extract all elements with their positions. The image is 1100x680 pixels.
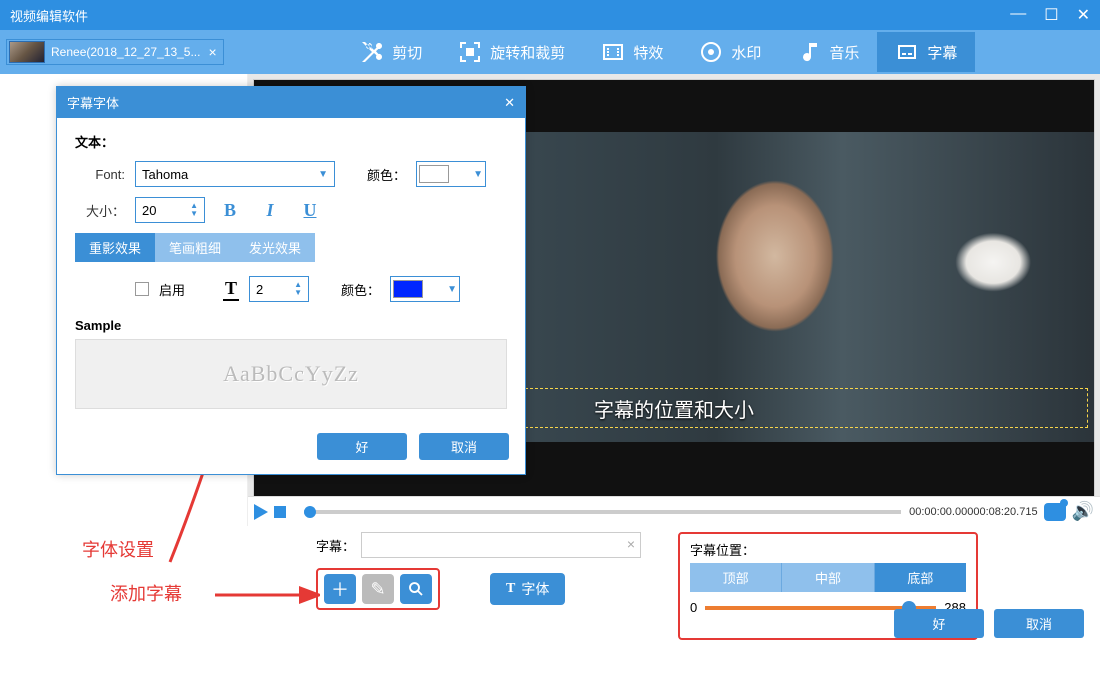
search-icon [407,580,425,598]
stroke-t-icon: T [223,278,239,301]
chevron-down-icon: ▼ [473,169,483,180]
enable-label: 启用 [159,280,185,299]
size-spinner[interactable]: 20 ▲▼ [135,197,205,223]
snapshot-icon[interactable] [1044,503,1066,521]
color-label: 颜色： [367,165,406,184]
subtitle-input-label: 字幕： [316,536,355,555]
playback-bar: 00:00:00.000 00:08:20.715 🔊 [248,496,1100,526]
maximize-icon[interactable]: ☐ [1044,5,1058,25]
position-middle[interactable]: 中部 [781,563,874,592]
italic-button[interactable]: I [255,200,285,221]
color-combo[interactable]: ▼ [416,161,486,187]
effect-tabs: 重影效果 笔画粗细 发光效果 [75,233,507,262]
annotation-font-setting: 字体设置 [82,536,154,562]
position-top[interactable]: 顶部 [690,563,781,592]
file-tab-label: Renee(2018_12_27_13_5... [51,45,200,59]
add-subtitle-button[interactable]: ＋ [324,574,356,604]
stroke-value: 2 [256,282,263,297]
tab-subtitle[interactable]: 字幕 [877,32,975,72]
size-label: 大小： [75,201,125,220]
position-min: 0 [690,600,697,615]
rotate-crop-icon [458,40,482,64]
spinner-down-icon[interactable]: ▼ [294,289,302,297]
tab-stroke[interactable]: 笔画粗细 [155,233,235,262]
spinner-down-icon[interactable]: ▼ [190,210,198,218]
tab-effect-label: 特效 [633,42,663,63]
scissors-icon [360,40,384,64]
subtitle-icon [895,40,919,64]
font-combo[interactable]: Tahoma ▼ [135,161,335,187]
dialog-close-icon[interactable]: ✕ [504,95,515,111]
subtitle-input[interactable] [361,532,641,558]
volume-icon[interactable]: 🔊 [1072,501,1094,522]
underline-button[interactable]: U [295,200,325,221]
chevron-down-icon: ▼ [318,169,328,180]
position-label: 字幕位置： [690,540,966,559]
titlebar: 视频编辑软件 — ☐ ✕ [0,0,1100,30]
subtitle-actions-box: ＋ ✎ [316,568,440,610]
tab-watermark[interactable]: 水印 [681,32,779,72]
color-swatch-white [419,165,449,183]
ok-button[interactable]: 好 [894,609,984,638]
music-icon [797,40,821,64]
dialog-ok-button[interactable]: 好 [317,433,407,460]
annotation-add-subtitle: 添加字幕 [110,580,182,606]
font-label: Font: [75,167,125,182]
file-tab-close-icon[interactable]: × [208,44,216,60]
position-bottom[interactable]: 底部 [875,563,966,592]
clear-input-icon[interactable]: × [627,536,635,552]
tab-subtitle-label: 字幕 [927,42,957,63]
enable-checkbox[interactable] [135,282,149,296]
tab-cut-label: 剪切 [392,42,422,63]
file-tab[interactable]: Renee(2018_12_27_13_5... × [6,39,224,65]
stop-icon[interactable] [274,506,286,518]
stroke-spinner[interactable]: 2 ▲▼ [249,276,309,302]
tab-effect[interactable]: 特效 [583,32,681,72]
cancel-button[interactable]: 取消 [994,609,1084,638]
bold-button[interactable]: B [215,200,245,221]
size-value: 20 [142,203,156,218]
main-toolbar: Renee(2018_12_27_13_5... × 剪切 旋转和裁剪 特效 水… [0,30,1100,74]
dialog-cancel-button[interactable]: 取消 [419,433,509,460]
sample-label: Sample [75,318,121,333]
tab-shadow[interactable]: 重影效果 [75,233,155,262]
tab-rotate-label: 旋转和裁剪 [490,42,565,63]
font-t-icon: T [506,581,515,597]
time-total: 00:08:20.715 [973,506,1037,518]
color2-label: 颜色： [341,280,380,299]
effect-icon [601,40,625,64]
time-current: 00:00:00.000 [909,506,973,518]
font-dialog: 字幕字体 ✕ 文本： Font: Tahoma ▼ 颜色： ▼ 大小： 20 ▲… [56,86,526,475]
annotation-arrow-2 [210,580,320,610]
tab-rotate[interactable]: 旋转和裁剪 [440,32,583,72]
close-icon[interactable]: ✕ [1077,5,1090,25]
seek-track[interactable] [304,510,901,514]
dialog-titlebar[interactable]: 字幕字体 ✕ [57,87,525,118]
tab-music[interactable]: 音乐 [779,32,877,72]
tab-music-label: 音乐 [829,42,859,63]
chevron-down-icon: ▼ [447,284,457,295]
tab-watermark-label: 水印 [731,42,761,63]
search-subtitle-button[interactable] [400,574,432,604]
sample-preview: AaBbCcYyZz [75,339,507,409]
color-swatch-blue [393,280,423,298]
subtitle-overlay-text: 字幕的位置和大小 [594,394,754,423]
color2-combo[interactable]: ▼ [390,276,460,302]
window-title: 视频编辑软件 [10,6,88,25]
position-segment: 顶部 中部 底部 [690,563,966,592]
edit-subtitle-button[interactable]: ✎ [362,574,394,604]
sample-text: AaBbCcYyZz [223,361,359,387]
bottom-controls: 字体设置 添加字幕 字幕： × ＋ ✎ [0,526,1100,646]
minimize-icon[interactable]: — [1010,5,1026,25]
tab-glow[interactable]: 发光效果 [235,233,315,262]
font-button[interactable]: T 字体 [490,573,565,605]
watermark-icon [699,40,723,64]
font-combo-value: Tahoma [142,167,188,182]
tab-cut[interactable]: 剪切 [342,32,440,72]
text-section-label: 文本： [75,132,507,151]
dialog-title: 字幕字体 [67,93,119,112]
font-button-label: 字体 [521,579,549,599]
file-thumb-icon [9,41,45,63]
